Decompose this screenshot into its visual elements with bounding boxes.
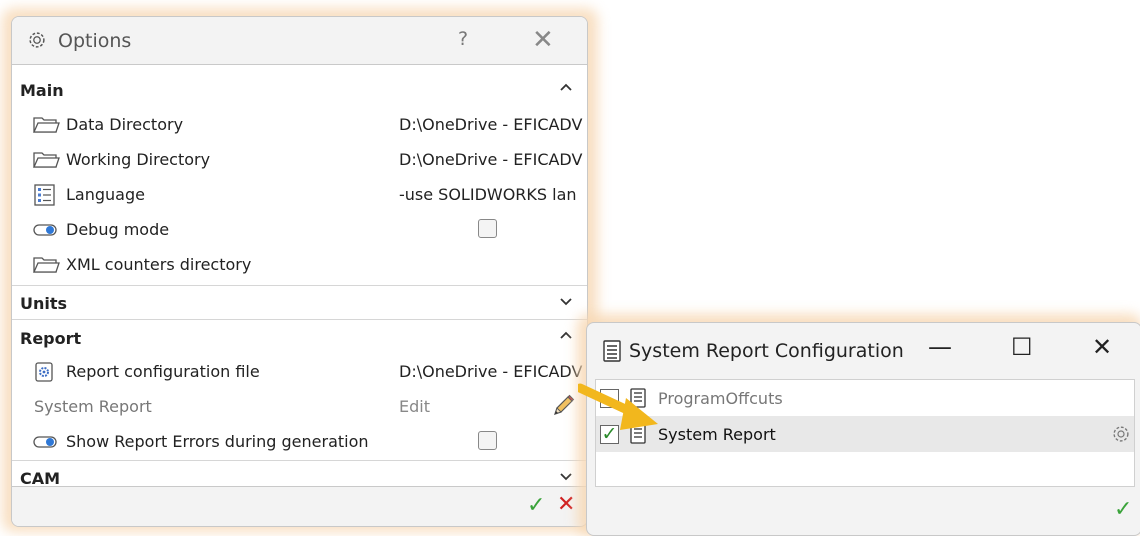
data-directory-value[interactable]: D:\OneDrive - EFICADV (399, 115, 587, 134)
report-list: ProgramOffcuts ✓ System Report (595, 379, 1135, 487)
options-footer: ✓ ✕ (12, 486, 587, 526)
report-configuration-file-label: Report configuration file (66, 362, 260, 381)
row-report-configuration-file[interactable]: Report configuration file D:\OneDrive - … (12, 354, 587, 389)
list-item-system-report[interactable]: ✓ System Report (596, 416, 1134, 452)
language-label: Language (66, 185, 145, 204)
chevron-down-icon[interactable] (559, 294, 573, 312)
settings-file-icon (35, 362, 53, 382)
working-directory-label: Working Directory (66, 150, 211, 169)
show-report-errors-label: Show Report Errors during generation (66, 432, 369, 451)
section-main-label: Main (20, 81, 64, 100)
folder-icon (32, 152, 60, 168)
options-window: Options ? ✕ Main Data Directory D:\OneDr… (11, 16, 588, 527)
annotation-arrow-icon (578, 383, 658, 430)
toggle-icon (33, 224, 57, 236)
system-report-label: System Report (34, 397, 152, 416)
row-debug-mode[interactable]: Debug mode (12, 212, 587, 247)
language-value[interactable]: -use SOLIDWORKS lan (399, 185, 587, 204)
data-directory-label: Data Directory (66, 115, 184, 134)
folder-icon (32, 257, 60, 273)
row-data-directory[interactable]: Data Directory D:\OneDrive - EFICADV (12, 107, 587, 142)
section-main-header[interactable]: Main (12, 73, 587, 108)
pencil-icon[interactable] (550, 393, 576, 419)
toggle-icon (33, 436, 57, 448)
row-system-report[interactable]: System Report Edit (12, 389, 587, 424)
options-title-bar: Options ? ✕ (12, 17, 587, 65)
list-icon (34, 184, 55, 206)
debug-mode-label: Debug mode (66, 220, 170, 239)
close-button[interactable]: ✕ (532, 25, 554, 55)
list-item-programoffcuts[interactable]: ProgramOffcuts (596, 380, 1134, 416)
section-report-label: Report (20, 329, 82, 348)
system-report-configuration-window: System Report Configuration — ☐ ✕ Progra… (586, 322, 1140, 536)
working-directory-value[interactable]: D:\OneDrive - EFICADV (399, 150, 587, 169)
chevron-down-icon[interactable] (559, 469, 573, 487)
maximize-button[interactable]: ☐ (1011, 333, 1033, 361)
options-title: Options (58, 30, 132, 52)
cancel-x-button[interactable]: ✕ (557, 492, 575, 517)
programoffcuts-label: ProgramOffcuts (658, 389, 783, 408)
row-xml-counters-directory[interactable]: XML counters directory (12, 247, 587, 282)
document-list-icon (603, 340, 621, 362)
help-button[interactable]: ? (458, 28, 468, 50)
row-working-directory[interactable]: Working Directory D:\OneDrive - EFICADV (12, 142, 587, 177)
close-button[interactable]: ✕ (1092, 333, 1112, 361)
report-configuration-file-value[interactable]: D:\OneDrive - EFICADV (399, 362, 587, 381)
chevron-up-icon[interactable] (559, 81, 573, 99)
minimize-button[interactable]: — (928, 333, 952, 361)
row-language[interactable]: Language -use SOLIDWORKS lan (12, 177, 587, 212)
system-report-item-label: System Report (658, 425, 776, 444)
section-units-header[interactable]: Units (12, 285, 587, 320)
row-show-report-errors[interactable]: Show Report Errors during generation (12, 424, 587, 459)
section-report-header[interactable]: Report (12, 321, 587, 356)
folder-icon (32, 117, 60, 133)
chevron-up-icon[interactable] (559, 329, 573, 347)
show-report-errors-checkbox[interactable] (478, 431, 497, 450)
gear-icon[interactable] (1110, 423, 1132, 445)
ok-checkmark-button[interactable]: ✓ (1114, 497, 1132, 522)
section-units-label: Units (20, 294, 68, 313)
gear-icon (29, 32, 45, 48)
xml-counters-directory-label: XML counters directory (66, 255, 252, 274)
system-report-window-title: System Report Configuration (629, 340, 904, 362)
debug-mode-checkbox[interactable] (478, 219, 497, 238)
ok-checkmark-button[interactable]: ✓ (527, 493, 545, 518)
